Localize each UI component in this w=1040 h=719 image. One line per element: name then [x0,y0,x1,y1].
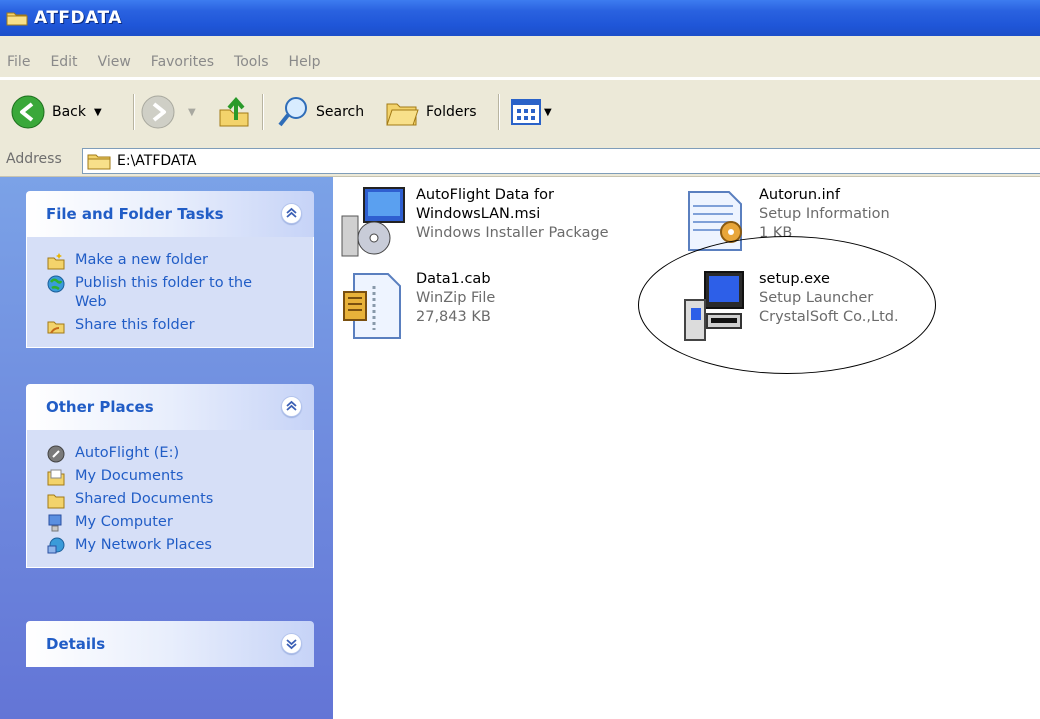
toolbar-separator [133,94,135,130]
file-size: 27,843 KB [416,309,491,325]
menu-tools[interactable]: Tools [234,54,269,70]
forward-dropdown-icon[interactable]: ▼ [188,107,196,118]
details-panel: Details [26,621,314,667]
title-bar[interactable]: ATFDATA [0,0,1040,36]
file-type: WinZip File [416,290,496,306]
my-documents-icon [47,469,65,486]
publish-web-icon [47,275,65,293]
menu-edit[interactable]: Edit [50,54,77,70]
folders-button[interactable]: Folders [384,94,477,130]
cd-drive-icon [47,445,65,463]
panel-body: Make a new folder Publish this folder to… [26,237,314,348]
menu-help[interactable]: Help [289,54,321,70]
place-my-network-places[interactable]: My Network Places [47,536,313,555]
folder-icon [87,154,111,170]
forward-button[interactable]: ▼ [140,94,196,130]
file-name: AutoFlight Data for WindowsLAN.msi [416,187,554,222]
place-autoflight-drive[interactable]: AutoFlight (E:) [47,444,313,463]
place-label: Shared Documents [75,491,214,507]
installer-icon [341,187,405,257]
panel-header[interactable]: Other Places [26,384,314,430]
toolbar-separator [498,94,500,130]
cab-archive-icon [343,273,401,339]
back-dropdown-icon[interactable]: ▼ [94,107,102,118]
menu-bar: File Edit View Favorites Tools Help [0,47,1040,77]
views-button[interactable]: ▼ [510,94,552,130]
address-field[interactable]: E:\ATFDATA [82,148,1040,174]
window-title: ATFDATA [34,8,122,28]
task-label: Share this folder [75,317,195,333]
place-label: My Documents [75,468,184,484]
panel-header[interactable]: File and Folder Tasks [26,191,314,237]
file-item[interactable]: AutoFlight Data for WindowsLAN.msi Windo… [340,186,609,258]
search-button[interactable]: Search [276,94,364,130]
file-type: Windows Installer Package [416,225,609,241]
panel-title: File and Folder Tasks [46,205,224,223]
up-folder-button[interactable] [216,94,252,130]
menubar-spacer [0,36,1040,47]
other-places-panel: Other Places AutoFlight (E:) My Document… [26,384,314,568]
new-folder-icon [47,253,65,270]
toolbar-separator [262,94,264,130]
share-folder-icon [47,321,65,334]
forward-arrow-icon [141,95,175,129]
menu-view[interactable]: View [98,54,131,70]
place-label: AutoFlight (E:) [75,445,180,461]
file-folder-tasks-panel: File and Folder Tasks Make a new folder … [26,191,314,348]
views-icon [511,99,541,125]
file-name: Autorun.inf [759,187,840,203]
up-folder-icon [219,96,249,127]
panel-title: Other Places [46,398,154,416]
back-label: Back [52,104,86,120]
task-share-folder[interactable]: Share this folder [47,316,313,335]
menu-file[interactable]: File [7,54,30,70]
folders-label: Folders [426,104,477,120]
collapse-chevron-icon[interactable] [281,203,302,224]
expand-chevron-icon[interactable] [281,633,302,654]
place-label: My Computer [75,514,173,530]
panel-body: AutoFlight (E:) My Documents Shared Docu… [26,430,314,568]
panel-title: Details [46,635,106,653]
file-item[interactable]: Data1.cab WinZip File 27,843 KB [340,270,495,342]
task-label: Publish this folder to the Web [75,275,253,310]
task-pane: File and Folder Tasks Make a new folder … [0,177,333,719]
folder-icon [6,12,28,26]
menu-favorites[interactable]: Favorites [151,54,214,70]
file-type: Setup Information [759,206,890,222]
task-publish-folder[interactable]: Publish this folder to the Web [47,274,313,312]
network-places-icon [47,537,65,554]
panel-header[interactable]: Details [26,621,314,667]
views-dropdown-icon[interactable]: ▼ [544,107,552,118]
place-my-documents[interactable]: My Documents [47,467,313,486]
address-label: Address [6,151,62,167]
place-label: My Network Places [75,537,212,553]
address-bar: Address E:\ATFDATA [0,144,1040,177]
highlight-ellipse [638,236,936,374]
address-value: E:\ATFDATA [117,153,197,169]
toolbar: Back ▼ ▼ Search Folders ▼ [0,79,1040,145]
back-arrow-icon [11,95,45,129]
task-label: Make a new folder [75,252,208,268]
task-make-new-folder[interactable]: Make a new folder [47,251,313,270]
my-computer-icon [48,514,62,532]
place-my-computer[interactable]: My Computer [47,513,313,532]
file-name: Data1.cab [416,271,491,287]
back-button[interactable]: Back ▼ [10,94,102,130]
search-label: Search [316,104,365,120]
shared-documents-icon [47,494,65,509]
collapse-chevron-icon[interactable] [281,396,302,417]
folders-icon [386,103,419,126]
place-shared-documents[interactable]: Shared Documents [47,490,313,509]
search-icon [278,97,307,127]
